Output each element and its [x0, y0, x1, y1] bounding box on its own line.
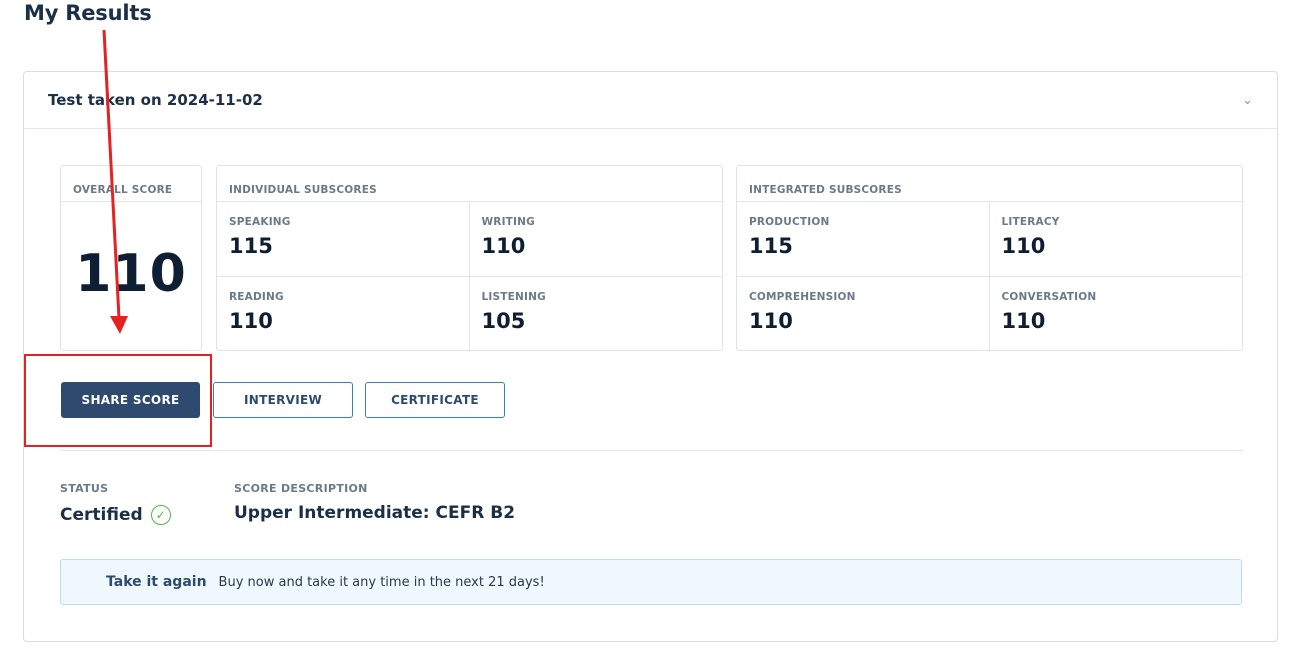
subscore-production: PRODUCTION 115 — [737, 202, 990, 277]
status-value: Certified ✓ — [60, 505, 171, 525]
overall-score-label: OVERALL SCORE — [73, 184, 173, 196]
status-label: STATUS — [60, 482, 109, 495]
subscore-label: SPEAKING — [229, 216, 291, 228]
score-description-label: SCORE DESCRIPTION — [234, 482, 368, 495]
subscore-label: READING — [229, 291, 284, 303]
subscore-value: 110 — [1001, 309, 1046, 333]
card-title: Test taken on 2024-11-02 — [48, 91, 263, 109]
subscore-value: 110 — [1001, 234, 1046, 258]
integrated-subscores-label: INTEGRATED SUBSCORES — [749, 184, 902, 196]
subscore-label: LISTENING — [481, 291, 546, 303]
subscore-value: 105 — [481, 309, 526, 333]
subscore-label: COMPREHENSION — [749, 291, 856, 303]
chevron-down-icon[interactable]: ⌄ — [1242, 93, 1253, 108]
integrated-subscores-box: INTEGRATED SUBSCORES PRODUCTION 115 LITE… — [736, 165, 1243, 352]
check-circle-icon: ✓ — [150, 505, 171, 525]
subscore-label: CONVERSATION — [1001, 291, 1097, 303]
subscore-value: 110 — [749, 309, 793, 333]
overall-score-value: 110 — [75, 244, 187, 304]
subscore-listening: LISTENING 105 — [470, 277, 723, 352]
score-description-value: Upper Intermediate: CEFR B2 — [234, 503, 516, 523]
individual-subscores-box: INDIVIDUAL SUBSCORES SPEAKING 115 WRITIN… — [216, 165, 723, 352]
page-title: My Results — [24, 1, 152, 25]
individual-subscores-label: INDIVIDUAL SUBSCORES — [229, 184, 377, 196]
results-page: My Results Test taken on 2024-11-02 ⌄ OV… — [0, 0, 1310, 662]
subscore-reading: READING 110 — [217, 277, 470, 352]
interview-button[interactable]: INTERVIEW — [213, 382, 353, 418]
subscore-comprehension: COMPREHENSION 110 — [737, 277, 990, 352]
subscore-speaking: SPEAKING 115 — [217, 202, 470, 277]
status-text: Certified — [60, 505, 143, 525]
overall-score-box: OVERALL SCORE 110 — [60, 165, 202, 351]
subscore-value: 110 — [229, 309, 273, 333]
subscore-writing: WRITING 110 — [469, 202, 722, 277]
card-header[interactable]: Test taken on 2024-11-02 ⌄ — [24, 72, 1277, 129]
take-again-banner[interactable]: Take it again Buy now and take it any ti… — [60, 559, 1242, 605]
annotation-highlight-box — [24, 354, 212, 447]
subscore-value: 110 — [481, 234, 526, 258]
divider — [60, 450, 1243, 451]
banner-text: Buy now and take it any time in the next… — [218, 574, 545, 590]
certificate-button[interactable]: CERTIFICATE — [365, 382, 505, 418]
subscore-value: 115 — [229, 234, 273, 258]
subscore-label: LITERACY — [1001, 216, 1060, 228]
banner-title[interactable]: Take it again — [106, 574, 207, 590]
subscore-conversation: CONVERSATION 110 — [990, 277, 1243, 352]
subscore-label: PRODUCTION — [749, 216, 830, 228]
subscore-value: 115 — [749, 234, 793, 258]
subscore-literacy: LITERACY 110 — [989, 202, 1242, 277]
subscore-label: WRITING — [481, 216, 535, 228]
